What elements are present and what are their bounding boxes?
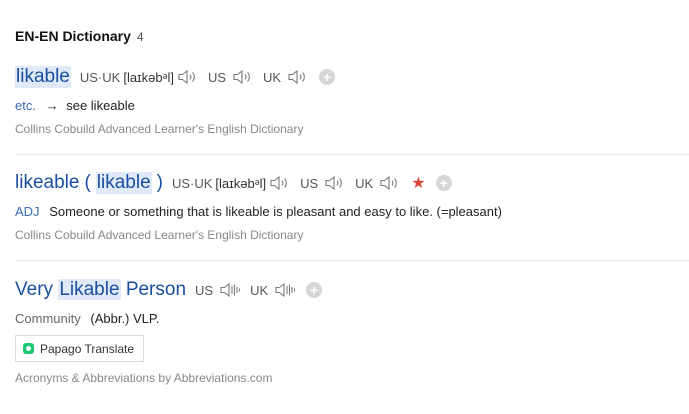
definition-line: ADJ Someone or something that is likeabl… — [15, 204, 689, 219]
phonetic-text: [laɪkəbᵊl] — [123, 69, 174, 85]
variant-close: ) — [156, 172, 163, 193]
divider — [15, 260, 689, 261]
see-arrow: → — [45, 98, 59, 113]
definition-line: Community (Abbr.) VLP. — [15, 311, 689, 326]
part-of-speech: Community — [15, 311, 81, 326]
phonetic-text: [laɪkəbᵊl] — [215, 175, 267, 191]
phonetic-group: US·UK [laɪkəbᵊl] — [172, 174, 291, 192]
definition-line: etc. → see likeable — [15, 98, 689, 113]
section-title: EN-EN Dictionary 4 — [15, 28, 144, 44]
us-label: US — [300, 175, 319, 191]
speaker-waveform-icon[interactable] — [219, 281, 241, 299]
us-pronunciation: US — [208, 68, 254, 86]
speaker-waveform-icon[interactable] — [274, 281, 296, 299]
speaker-icon[interactable] — [287, 68, 309, 86]
us-label: US — [207, 69, 227, 85]
phonetic-label: US·UK — [171, 175, 213, 191]
speaker-icon[interactable] — [379, 174, 401, 192]
part-of-speech: ADJ — [15, 204, 40, 219]
source-attribution: Collins Cobuild Advanced Learner's Engli… — [15, 228, 304, 242]
papago-translate-button[interactable]: Papago Translate — [15, 335, 145, 362]
uk-pronunciation: UK — [250, 281, 296, 299]
papago-label: Papago Translate — [40, 341, 135, 356]
dictionary-entry: Very Likable Person US UK + Community (A… — [15, 277, 689, 385]
variant-word[interactable]: likable — [95, 172, 152, 194]
us-pronunciation: US — [300, 174, 346, 192]
definition-text: see likeable — [66, 98, 135, 113]
add-to-wordbook-button[interactable]: + — [435, 175, 452, 191]
speaker-icon[interactable] — [177, 68, 199, 86]
result-count: 4 — [136, 30, 144, 44]
us-pronunciation: US — [195, 281, 241, 299]
entry-headline: likable US·UK [laɪkəbᵊl] US UK + — [15, 64, 689, 90]
star-icon[interactable]: ★ — [411, 173, 425, 193]
entry-word-link[interactable]: Very Likable Person — [15, 279, 186, 301]
dictionary-entry: likable US·UK [laɪkəbᵊl] US UK + etc. → … — [15, 64, 689, 136]
word-part: Person — [125, 279, 187, 300]
word-part: Very — [15, 279, 54, 300]
variant-open: ( — [84, 172, 91, 193]
uk-label: UK — [250, 282, 269, 298]
dictionary-entry: likeable ( likable ) US·UK [laɪkəbᵊl] US… — [15, 170, 689, 242]
add-to-wordbook-button[interactable]: + — [319, 69, 336, 85]
entry-headline: Very Likable Person US UK + — [15, 277, 689, 303]
phonetic-label: US·UK — [79, 69, 121, 85]
entry-word-link[interactable]: likeable — [15, 172, 79, 194]
definition-text: (Abbr.) VLP. — [90, 311, 160, 326]
phonetic-group: US·UK [laɪkəbᵊl] — [80, 68, 199, 86]
source-attribution: Collins Cobuild Advanced Learner's Engli… — [15, 122, 304, 136]
divider — [15, 154, 689, 155]
speaker-icon[interactable] — [324, 174, 346, 192]
section-title-text: EN-EN Dictionary — [15, 28, 131, 44]
uk-pronunciation: UK — [355, 174, 401, 192]
word-highlight: Likable — [58, 279, 121, 300]
speaker-icon[interactable] — [269, 174, 291, 192]
speaker-icon[interactable] — [232, 68, 254, 86]
add-to-wordbook-button[interactable]: + — [306, 282, 323, 298]
part-of-speech: etc. — [15, 98, 36, 113]
entry-headline: likeable ( likable ) US·UK [laɪkəbᵊl] US… — [15, 170, 689, 196]
definition-text: Someone or something that is likeable is… — [49, 204, 502, 219]
uk-label: UK — [263, 69, 282, 85]
papago-logo-icon — [23, 343, 34, 354]
source-attribution: Acronyms & Abbreviations by Abbreviation… — [15, 371, 273, 385]
uk-pronunciation: UK — [263, 68, 309, 86]
us-label: US — [195, 282, 214, 298]
uk-label: UK — [355, 175, 374, 191]
entry-word-link[interactable]: likable — [15, 66, 71, 88]
